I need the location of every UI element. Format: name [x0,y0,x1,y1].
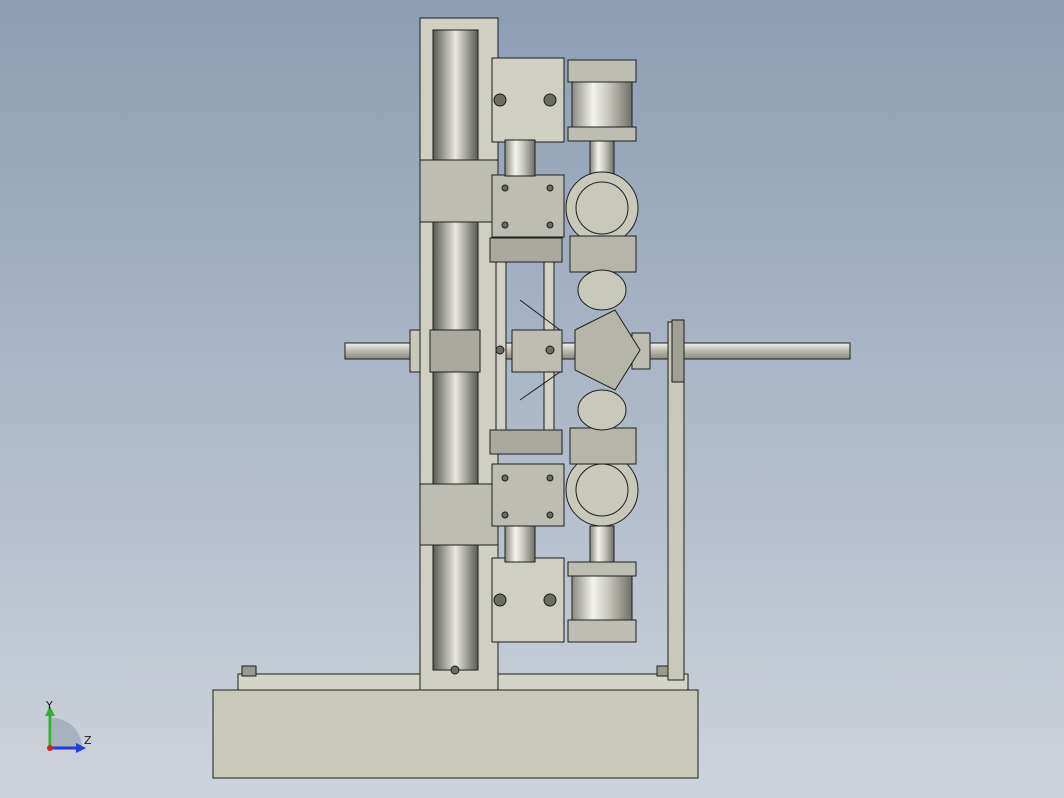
base-bolt-left [241,665,257,677]
lower-crosshead [489,429,563,455]
flywheel-hub-lower [419,483,499,546]
upper-crank-disc [565,171,639,245]
3d-viewport[interactable]: Y Z [0,0,1064,798]
upper-cylinder-flange [567,126,637,142]
lower-cylinder-flange [567,561,637,577]
lower-guide [569,427,637,465]
lower-valve-rod [504,525,536,563]
model-view [0,0,1064,798]
flywheel-hub-upper [419,159,499,223]
flywheel-upper [432,29,479,161]
flywheel-lower [432,544,479,671]
lower-cylinder [571,574,633,621]
right-bearing [671,319,685,383]
lower-cylinder-cap [567,619,637,643]
lower-eccentric [577,389,627,431]
upper-cylinder-cap [567,59,637,83]
upper-cylinder [571,81,633,128]
flywheel-hub-center [429,329,481,373]
upper-crosshead [489,237,563,263]
base-block [212,689,699,779]
triad-z-label: Z [84,734,92,747]
triad-y-label: Y [46,699,53,712]
lower-piston-rod [589,525,615,563]
lower-crank-disc [565,453,639,527]
upper-guide [569,235,637,273]
x-axis-dot [47,745,53,751]
upper-eccentric [577,269,627,311]
eccentric-center [511,329,563,373]
upper-valve-rod [504,139,536,177]
